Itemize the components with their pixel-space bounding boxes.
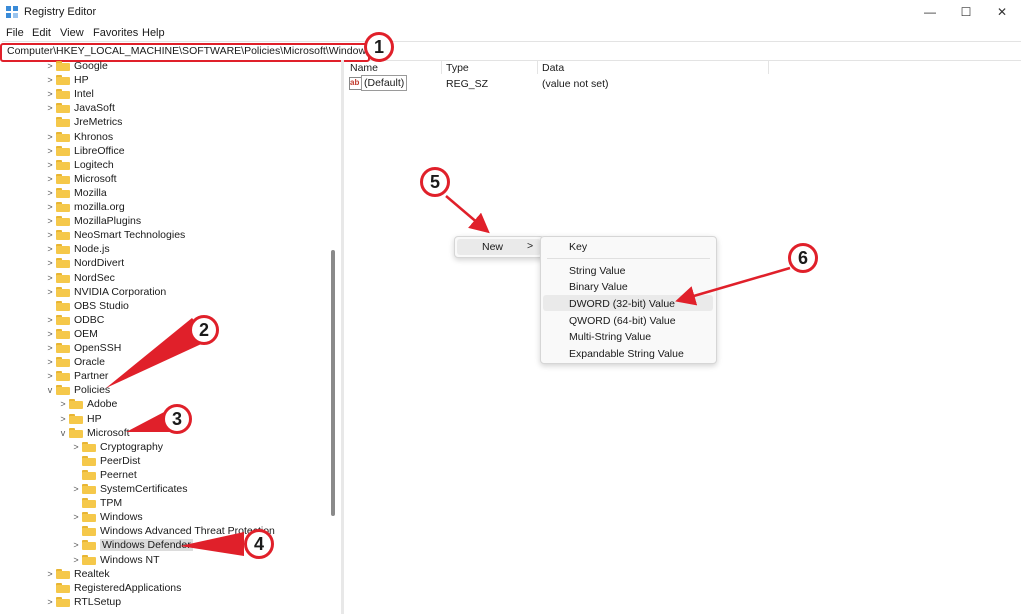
annotation-badge-2: 2 — [189, 315, 219, 345]
annotation-pointer-4 — [180, 532, 244, 556]
annotation-overlay — [106, 195, 791, 556]
annotation-badge-6: 6 — [788, 243, 818, 273]
annotation-arrow-5 — [445, 195, 490, 234]
annotation-badge-3: 3 — [162, 404, 192, 434]
annotation-badge-5: 5 — [420, 167, 450, 197]
annotation-badge-1: 1 — [364, 32, 394, 62]
annotation-badge-4: 4 — [244, 529, 274, 559]
annotation-arrow-6 — [675, 266, 791, 306]
